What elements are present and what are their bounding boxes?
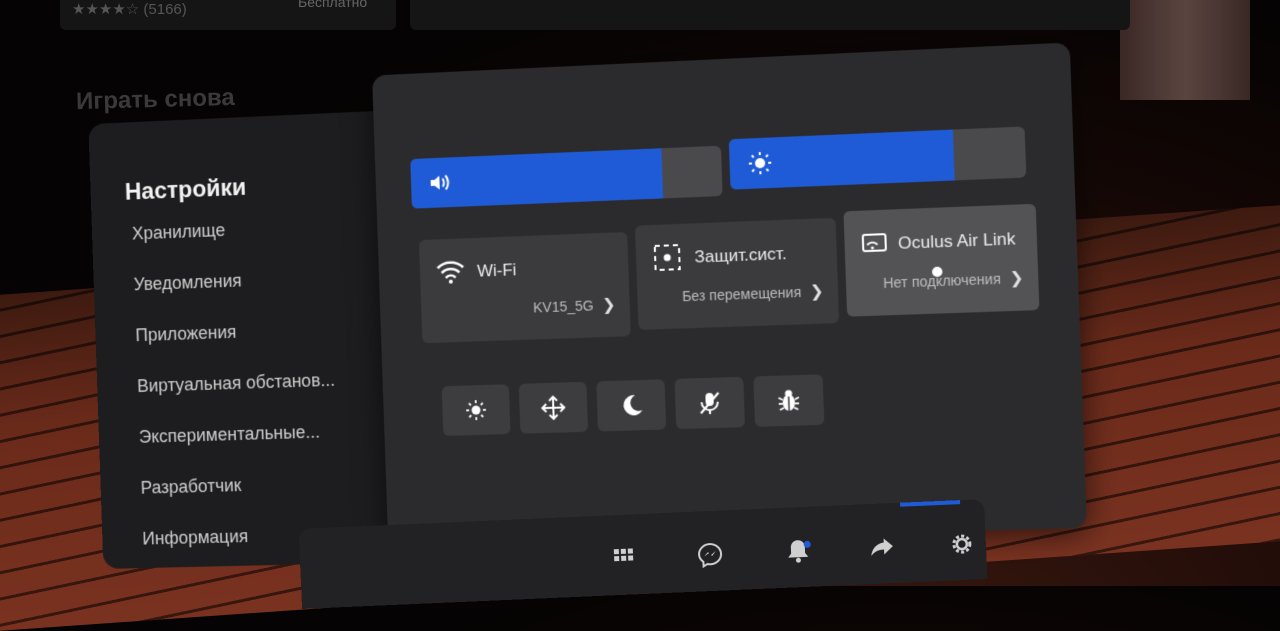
wifi-network-name: KV15_5G xyxy=(533,297,594,315)
mic-mute-quick-button[interactable] xyxy=(675,377,745,429)
chevron-right-icon: ❯ xyxy=(602,295,616,315)
air-link-status: Нет подключения xyxy=(883,271,1001,292)
move-quick-button[interactable] xyxy=(519,382,588,434)
guardian-status: Без перемещения xyxy=(682,284,802,304)
brightness-icon xyxy=(748,152,773,175)
sidebar-item-notifications[interactable]: Уведомления xyxy=(133,271,242,296)
sidebar-item-experimental[interactable]: Экспериментальные... xyxy=(139,422,321,448)
settings-title: Настройки xyxy=(124,174,246,207)
chevron-right-icon: ❯ xyxy=(810,281,824,302)
quick-settings-content: Wi-Fi KV15_5G ❯ Защит.сист. Без перемеще… xyxy=(372,42,1087,544)
brightness-quick-button[interactable] xyxy=(442,384,511,436)
wifi-tile[interactable]: Wi-Fi KV15_5G ❯ xyxy=(419,232,631,343)
messenger-icon[interactable] xyxy=(696,540,725,569)
night-mode-quick-button[interactable] xyxy=(596,379,666,431)
sidebar-item-about[interactable]: Информация xyxy=(142,526,248,549)
background-pillar xyxy=(1120,0,1250,100)
share-icon[interactable] xyxy=(867,533,896,562)
quick-settings-panel: Настройки Хранилище Уведомления Приложен… xyxy=(87,42,1092,575)
settings-icon[interactable] xyxy=(947,529,976,558)
store-card xyxy=(410,0,1130,30)
sidebar-item-environment[interactable]: Виртуальная обстанов... xyxy=(137,370,335,397)
wifi-icon xyxy=(435,258,465,285)
sidebar-item-apps[interactable]: Приложения xyxy=(135,322,237,346)
mic-muted-icon xyxy=(696,390,723,417)
brightness-small-icon xyxy=(463,397,490,424)
sidebar-item-developer[interactable]: Разработчик xyxy=(140,475,241,498)
brightness-slider[interactable] xyxy=(729,126,1027,189)
store-price: Бесплатно xyxy=(298,0,367,10)
wifi-title: Wi-Fi xyxy=(477,260,517,281)
night-mode-icon xyxy=(618,392,645,419)
sidebar-item-storage[interactable]: Хранилище xyxy=(132,220,226,244)
bug-report-quick-button[interactable] xyxy=(753,374,824,427)
volume-icon xyxy=(428,171,452,194)
guardian-tile[interactable]: Защит.сист. Без перемещения ❯ xyxy=(635,218,839,330)
bug-report-icon xyxy=(775,387,802,414)
apps-icon[interactable] xyxy=(610,544,639,573)
guardian-title: Защит.сист. xyxy=(694,244,787,268)
settings-sidebar: Настройки Хранилище Уведомления Приложен… xyxy=(88,110,412,569)
store-rating: ★★★★☆ (5166) xyxy=(72,0,187,18)
move-icon xyxy=(540,394,567,421)
air-link-icon xyxy=(861,230,893,258)
volume-slider[interactable] xyxy=(410,146,722,209)
air-link-title: Oculus Air Link xyxy=(898,229,1016,254)
guardian-icon xyxy=(652,244,683,271)
chevron-right-icon: ❯ xyxy=(1009,268,1024,289)
air-link-tile[interactable]: Oculus Air Link Нет подключения ❯ xyxy=(843,204,1039,317)
